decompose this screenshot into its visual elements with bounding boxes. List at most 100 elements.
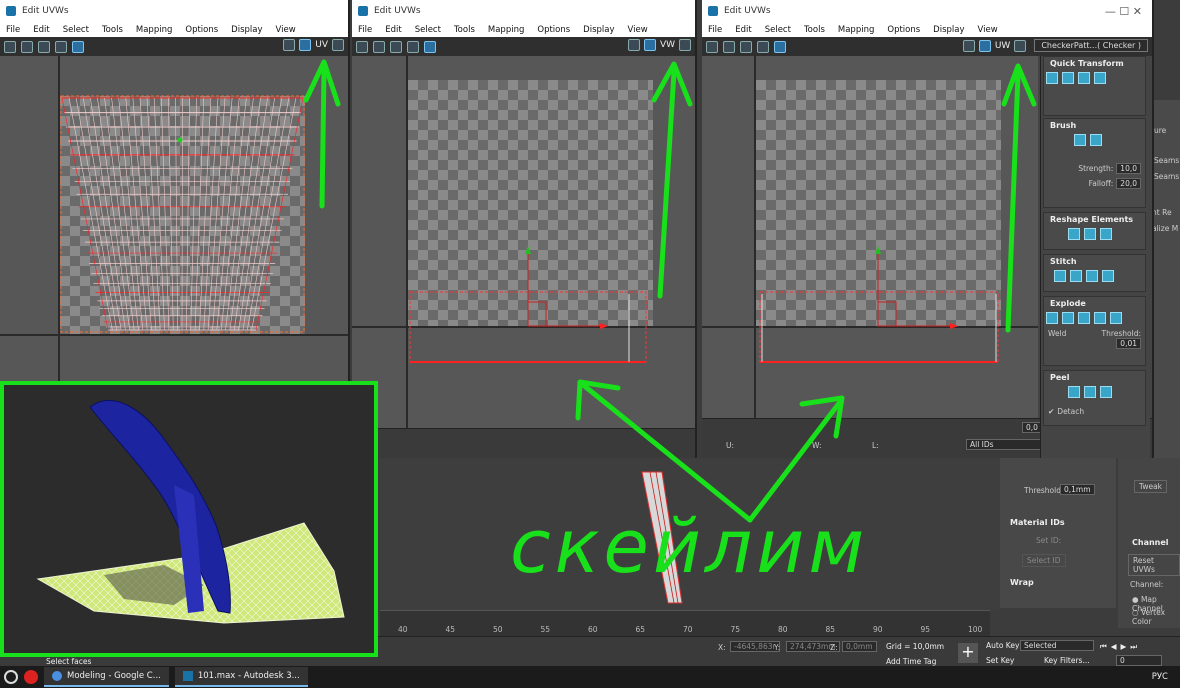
scale-icon[interactable] (38, 40, 50, 53)
grid-icon[interactable] (978, 39, 991, 52)
brush-title[interactable]: Brush (1044, 119, 1145, 132)
z-coord-field[interactable]: 0,0mm (842, 641, 877, 652)
relax-icon[interactable] (1084, 228, 1096, 240)
stitch-title[interactable]: Stitch (1044, 255, 1145, 268)
key-filters-button[interactable]: Key Filters... (1044, 656, 1090, 665)
reset-uvws-button[interactable]: Reset UVWs (1128, 554, 1180, 576)
relax-brush-icon[interactable] (1090, 134, 1102, 146)
vertex-color-radio[interactable]: ○ Vertex Color (1132, 608, 1180, 626)
stitch-target-icon[interactable] (1086, 270, 1098, 282)
flatten-icon[interactable] (1078, 312, 1090, 324)
stitch-custom-icon[interactable] (1102, 270, 1114, 282)
explode-icon[interactable] (1094, 312, 1106, 324)
window-titlebar[interactable]: Edit UVWs — ☐ ✕ (702, 0, 1152, 22)
menu-file[interactable]: File (6, 25, 20, 35)
menu-edit[interactable]: Edit (735, 25, 751, 35)
window-controls[interactable]: — ☐ ✕ (1105, 5, 1152, 18)
taskbar-item-3dsmax[interactable]: 101.max - Autodesk 3... (174, 667, 308, 687)
timeline[interactable]: 40 45 50 55 60 65 70 75 80 85 90 95 100 (380, 610, 990, 636)
straighten-icon[interactable] (1068, 228, 1080, 240)
menu-display[interactable]: Display (583, 25, 614, 35)
language-indicator[interactable]: РУС (1152, 672, 1168, 682)
move-icon[interactable] (356, 40, 368, 53)
playback-controls[interactable]: ⏮◀▶⏭ (1100, 642, 1141, 652)
mirror-icon[interactable] (72, 40, 84, 53)
rescale-icon[interactable] (1094, 72, 1106, 84)
uv-mesh[interactable] (60, 94, 305, 336)
menu-display[interactable]: Display (231, 25, 262, 35)
key-mode-select[interactable]: Selected (1020, 640, 1094, 651)
wrap-title[interactable]: Wrap (1004, 576, 1040, 589)
move-icon[interactable] (4, 40, 16, 53)
cube-icon[interactable] (1100, 228, 1112, 240)
menu-select[interactable]: Select (63, 25, 89, 35)
freeform-icon[interactable] (407, 40, 419, 53)
mirror-icon[interactable] (424, 40, 436, 53)
reshape-title[interactable]: Reshape Elements (1044, 213, 1145, 226)
add-time-tag[interactable]: Add Time Tag (886, 657, 936, 666)
menu-tools[interactable]: Tools (102, 25, 123, 35)
menu-mapping[interactable]: Mapping (838, 25, 874, 35)
taskbar-item-chrome[interactable]: Modeling - Google C... (44, 667, 169, 687)
peel-mode-icon[interactable] (1084, 386, 1096, 398)
break-icon[interactable] (1046, 312, 1058, 324)
menu-tools[interactable]: Tools (454, 25, 475, 35)
quick-peel-icon[interactable] (1068, 386, 1080, 398)
menu-edit[interactable]: Edit (385, 25, 401, 35)
space-icon[interactable] (1078, 72, 1090, 84)
window-titlebar[interactable]: Edit UVWs (0, 0, 348, 22)
mirror-icon[interactable] (774, 40, 786, 53)
align-icon[interactable] (1046, 72, 1058, 84)
weld-all-icon[interactable] (1110, 312, 1122, 324)
checker-icon[interactable] (962, 39, 975, 52)
menu-options[interactable]: Options (887, 25, 920, 35)
reset-peel-icon[interactable] (1100, 386, 1112, 398)
rotate-icon[interactable] (21, 40, 33, 53)
stitch-source-icon[interactable] (1054, 270, 1066, 282)
detach-edge-icon[interactable] (1062, 312, 1074, 324)
uv-viewport[interactable] (702, 56, 1038, 428)
explode-title[interactable]: Explode (1044, 297, 1145, 310)
quick-transform-title[interactable]: Quick Transform (1044, 57, 1145, 70)
detach-checkbox[interactable]: ✔ (1048, 407, 1054, 416)
menu-mapping[interactable]: Mapping (136, 25, 172, 35)
falloff-field[interactable]: 20,0 (1116, 178, 1141, 189)
uv-gizmo[interactable] (702, 56, 1038, 428)
menu-select[interactable]: Select (765, 25, 791, 35)
texture-icon[interactable] (332, 39, 344, 51)
peel-title[interactable]: Peel (1044, 371, 1145, 384)
uv-viewport[interactable] (0, 56, 348, 428)
uv-viewport[interactable] (352, 56, 695, 428)
menu-view[interactable]: View (978, 25, 998, 35)
window-titlebar[interactable]: Edit UVWs (352, 0, 695, 22)
uw-axis-button[interactable]: UW (995, 41, 1011, 51)
checker-icon[interactable] (627, 39, 640, 51)
threshold-field[interactable]: 0,01 (1116, 338, 1141, 349)
menu-view[interactable]: View (628, 25, 648, 35)
vw-axis-button[interactable]: VW (660, 40, 675, 50)
edit-uvws-window-2[interactable]: Edit UVWs File Edit Select Tools Mapping Opti… (352, 0, 697, 458)
freeform-icon[interactable] (55, 40, 67, 53)
opera-icon[interactable] (24, 670, 38, 684)
menu-options[interactable]: Options (537, 25, 570, 35)
scale-icon[interactable] (740, 40, 752, 53)
menu-select[interactable]: Select (415, 25, 441, 35)
frame-field[interactable]: 0 (1116, 655, 1162, 666)
texture-icon[interactable] (679, 39, 691, 51)
tweak-button[interactable]: Tweak (1134, 480, 1168, 493)
stitch-avg-icon[interactable] (1070, 270, 1082, 282)
menu-file[interactable]: File (708, 25, 722, 35)
checker-pattern-dropdown[interactable]: CheckerPatt...( Checker ) (1034, 39, 1148, 52)
auto-key-button[interactable]: Auto Key (986, 641, 1019, 650)
texture-icon[interactable] (1014, 39, 1027, 52)
freeform-icon[interactable] (757, 40, 769, 53)
paint-brush-icon[interactable] (1074, 134, 1086, 146)
windows-start-icon[interactable] (4, 670, 18, 684)
menu-view[interactable]: View (276, 25, 296, 35)
uv-axis-button[interactable]: UV (315, 40, 328, 50)
menu-edit[interactable]: Edit (33, 25, 49, 35)
menu-mapping[interactable]: Mapping (488, 25, 524, 35)
menu-tools[interactable]: Tools (804, 25, 825, 35)
scale-icon[interactable] (390, 40, 402, 53)
menu-display[interactable]: Display (933, 25, 964, 35)
